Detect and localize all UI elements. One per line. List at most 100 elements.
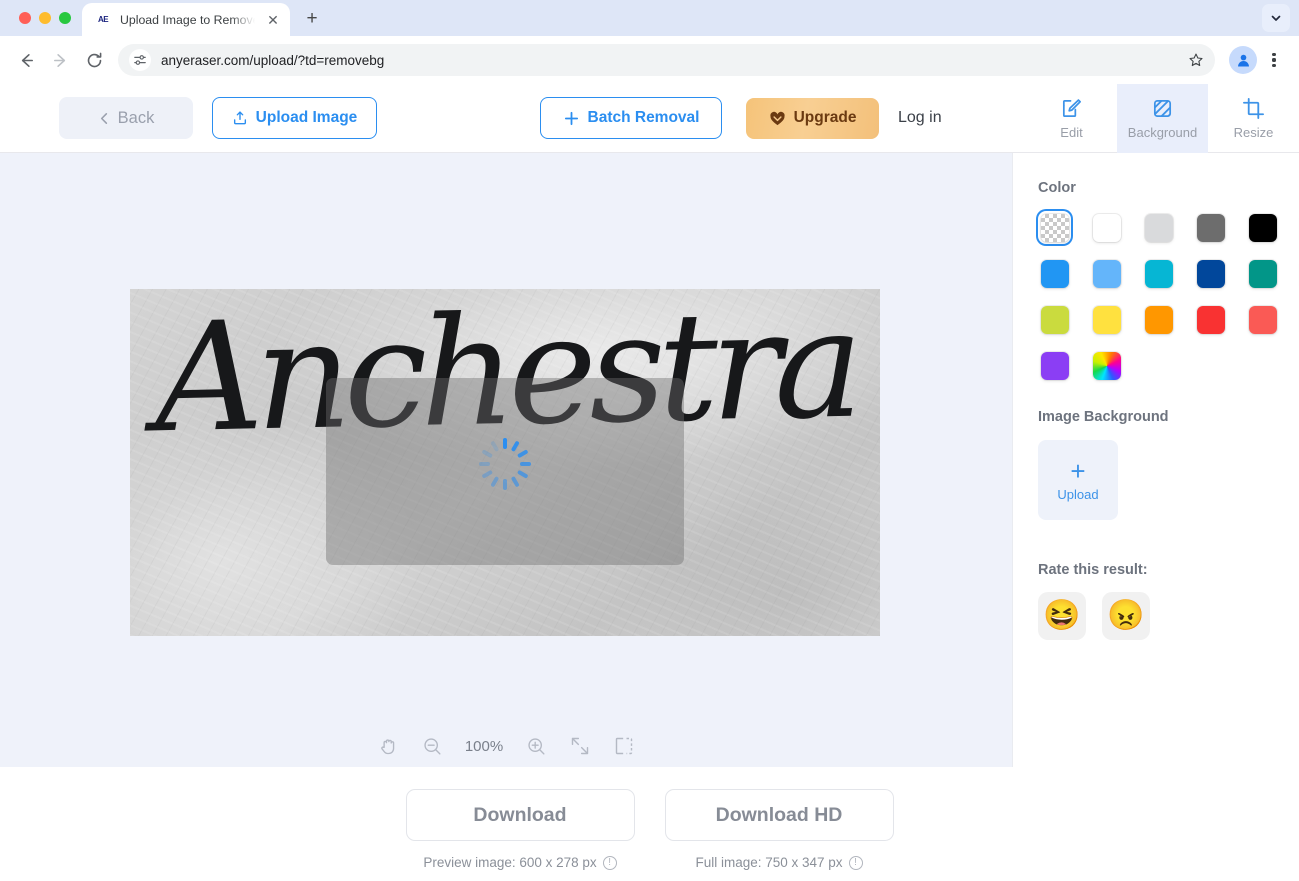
upload-image-label: Upload Image (255, 109, 358, 126)
color-swatch-lime[interactable] (1038, 303, 1071, 336)
download-bar: Download Preview image: 600 x 278 px ! D… (0, 767, 1299, 878)
swatch-chip (1040, 305, 1069, 334)
swatch-chip (1196, 213, 1225, 242)
app-toolbar: Back Upload Image Batch Removal Upgrade … (0, 84, 1299, 153)
upgrade-label: Upgrade (793, 109, 857, 126)
zoom-toolbar: 100% (0, 733, 1012, 759)
swatch-chip (1196, 259, 1225, 288)
upload-icon (233, 111, 246, 125)
batch-removal-label: Batch Removal (587, 109, 700, 126)
window-controls (0, 12, 71, 36)
color-swatch-sky-blue[interactable] (1090, 257, 1123, 290)
tool-tab-group: Edit Background Resize (1026, 84, 1299, 153)
compare-split-icon[interactable] (611, 733, 637, 759)
address-bar[interactable]: anyeraser.com/upload/?td=removebg (118, 44, 1215, 76)
back-button-label: Back (117, 108, 155, 127)
image-background-heading: Image Background (1038, 409, 1169, 425)
zoom-in-icon[interactable] (523, 733, 549, 759)
address-bar-url: anyeraser.com/upload/?td=removebg (161, 52, 385, 68)
download-preview-group: Download Preview image: 600 x 278 px ! (405, 789, 635, 878)
tab-edit[interactable]: Edit (1026, 84, 1117, 153)
zoom-level-label: 100% (464, 737, 504, 755)
upgrade-button[interactable]: Upgrade (746, 97, 879, 139)
hand-pan-icon[interactable] (375, 733, 401, 759)
color-swatch-azure-blue[interactable] (1038, 257, 1071, 290)
swatch-chip (1144, 305, 1173, 334)
color-swatch-coral-red[interactable] (1246, 303, 1279, 336)
browser-tab[interactable]: AE Upload Image to Remove Bg | ✕ (82, 3, 290, 36)
swatch-chip (1092, 213, 1121, 242)
swatch-chip (1248, 213, 1277, 242)
tab-background[interactable]: Background (1117, 84, 1208, 153)
info-icon[interactable]: ! (848, 855, 863, 870)
swatch-chip (1092, 305, 1121, 334)
color-swatch-navy-blue[interactable] (1194, 257, 1227, 290)
swatch-chip (1092, 259, 1121, 288)
color-section-heading: Color (1038, 180, 1076, 196)
fit-screen-icon[interactable] (567, 733, 593, 759)
color-swatch-transparent[interactable] (1038, 211, 1071, 244)
canvas-pane[interactable]: Anchestra 100% (0, 153, 1012, 767)
rate-buttons: 😆 😠 (1038, 592, 1299, 640)
browser-forward-button[interactable] (44, 44, 76, 76)
tab-close-icon[interactable]: ✕ (264, 11, 282, 29)
new-tab-button[interactable]: + (298, 5, 326, 33)
color-swatch-purple[interactable] (1038, 349, 1071, 382)
swatch-chip (1144, 259, 1173, 288)
color-swatch-teal[interactable] (1246, 257, 1279, 290)
plus-icon (564, 111, 578, 125)
color-swatch-dark-gray[interactable] (1194, 211, 1227, 244)
color-swatch-red[interactable] (1194, 303, 1227, 336)
download-hd-meta: Full image: 750 x 347 px ! (695, 855, 863, 870)
info-icon[interactable]: ! (602, 855, 617, 870)
site-settings-icon[interactable] (129, 49, 151, 71)
window-minimize-button[interactable] (39, 12, 51, 24)
tab-resize-label: Resize (1233, 125, 1274, 140)
tab-title: Upload Image to Remove Bg | (120, 12, 255, 27)
tab-search-button[interactable] (1262, 4, 1290, 32)
swatch-chip (1144, 213, 1173, 242)
selection-overlay-box[interactable] (326, 378, 684, 565)
batch-removal-button[interactable]: Batch Removal (540, 97, 722, 139)
zoom-out-icon[interactable] (419, 733, 445, 759)
background-upload-label: Upload (1057, 487, 1099, 502)
color-swatch-black[interactable] (1246, 211, 1279, 244)
rate-result-heading: Rate this result: (1038, 562, 1148, 578)
back-button[interactable]: Back (59, 97, 193, 139)
workspace: Anchestra 100% Color Image Background + … (0, 153, 1299, 767)
tab-edit-label: Edit (1060, 125, 1083, 140)
browser-reload-button[interactable] (78, 44, 110, 76)
window-close-button[interactable] (19, 12, 31, 24)
swatch-chip (1248, 259, 1277, 288)
rate-happy-button[interactable]: 😆 (1038, 592, 1086, 640)
swatch-chip (1040, 259, 1069, 288)
forward-arrow-icon (53, 53, 65, 67)
download-button[interactable]: Download (405, 789, 635, 841)
window-maximize-button[interactable] (59, 12, 71, 24)
color-swatch-light-gray[interactable] (1142, 211, 1175, 244)
browser-back-button[interactable] (10, 44, 42, 76)
reload-icon (87, 52, 101, 67)
tab-resize[interactable]: Resize (1208, 84, 1299, 153)
color-swatch-rainbow-picker[interactable] (1090, 349, 1123, 382)
background-hatch-icon (1153, 99, 1172, 118)
diamond-heart-icon (769, 111, 785, 125)
background-upload-button[interactable]: + Upload (1038, 440, 1118, 520)
image-canvas[interactable]: Anchestra (130, 289, 880, 636)
upload-image-button[interactable]: Upload Image (212, 97, 377, 139)
color-swatch-cyan[interactable] (1142, 257, 1175, 290)
chevron-down-icon (1271, 15, 1281, 21)
download-hd-button[interactable]: Download HD (664, 789, 894, 841)
profile-avatar[interactable] (1229, 46, 1257, 74)
bookmark-star-icon[interactable] (1183, 47, 1209, 73)
download-hd-group: Download HD Full image: 750 x 347 px ! (664, 789, 894, 878)
login-button[interactable]: Log in (898, 109, 942, 127)
crop-resize-icon (1243, 98, 1264, 119)
color-swatch-white[interactable] (1090, 211, 1123, 244)
background-settings-sidebar: Color Image Background + Upload Rate thi… (1012, 153, 1299, 767)
browser-menu-button[interactable] (1259, 45, 1289, 75)
swatch-chip (1040, 213, 1069, 242)
color-swatch-yellow[interactable] (1090, 303, 1123, 336)
color-swatch-orange[interactable] (1142, 303, 1175, 336)
rate-angry-button[interactable]: 😠 (1102, 592, 1150, 640)
